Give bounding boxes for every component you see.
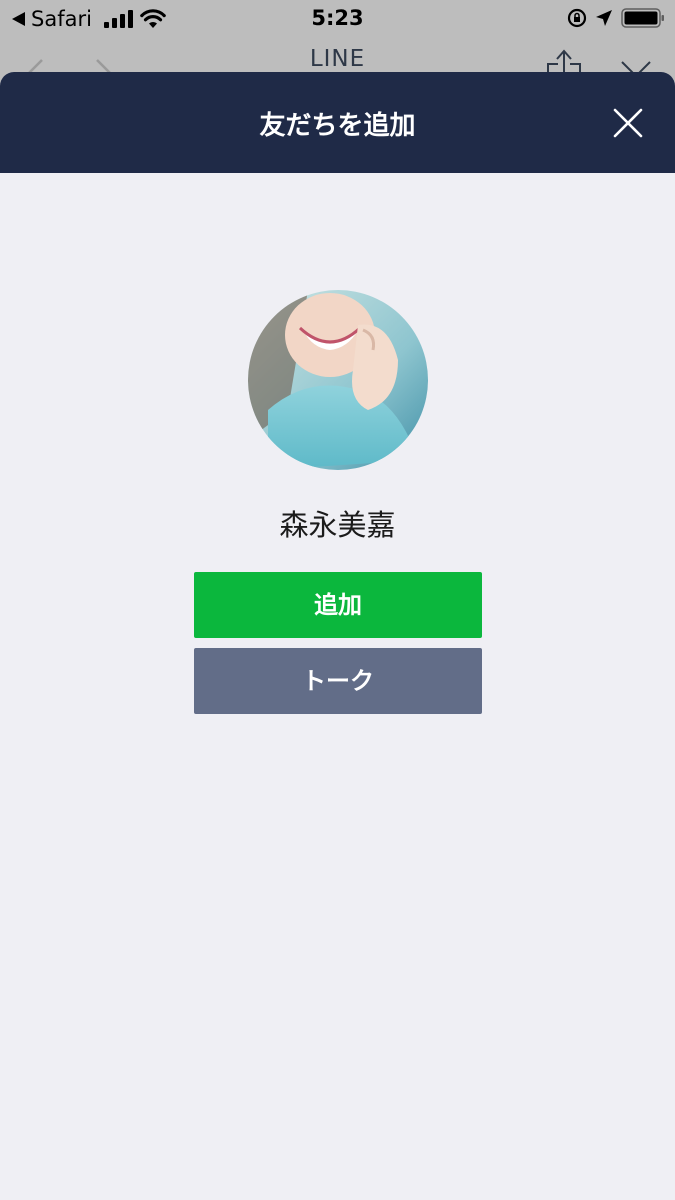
talk-button[interactable]: トーク: [194, 648, 482, 714]
avatar: [248, 290, 428, 470]
close-icon[interactable]: [611, 106, 645, 140]
profile-photo: [248, 290, 428, 470]
sheet-title: 友だちを追加: [259, 111, 416, 141]
add-friend-sheet: 友だちを追加 森永美嘉 追加 トーク: [0, 72, 675, 1200]
sheet-header: 友だちを追加: [0, 72, 675, 173]
status-indicators: [567, 8, 665, 28]
battery-icon: [621, 8, 664, 28]
add-friend-button[interactable]: 追加: [194, 572, 482, 638]
orientation-lock-icon: [567, 8, 587, 28]
location-arrow-icon: [596, 10, 612, 26]
profile-name: 森永美嘉: [279, 508, 396, 542]
status-bar: Safari 5:23: [0, 0, 675, 38]
